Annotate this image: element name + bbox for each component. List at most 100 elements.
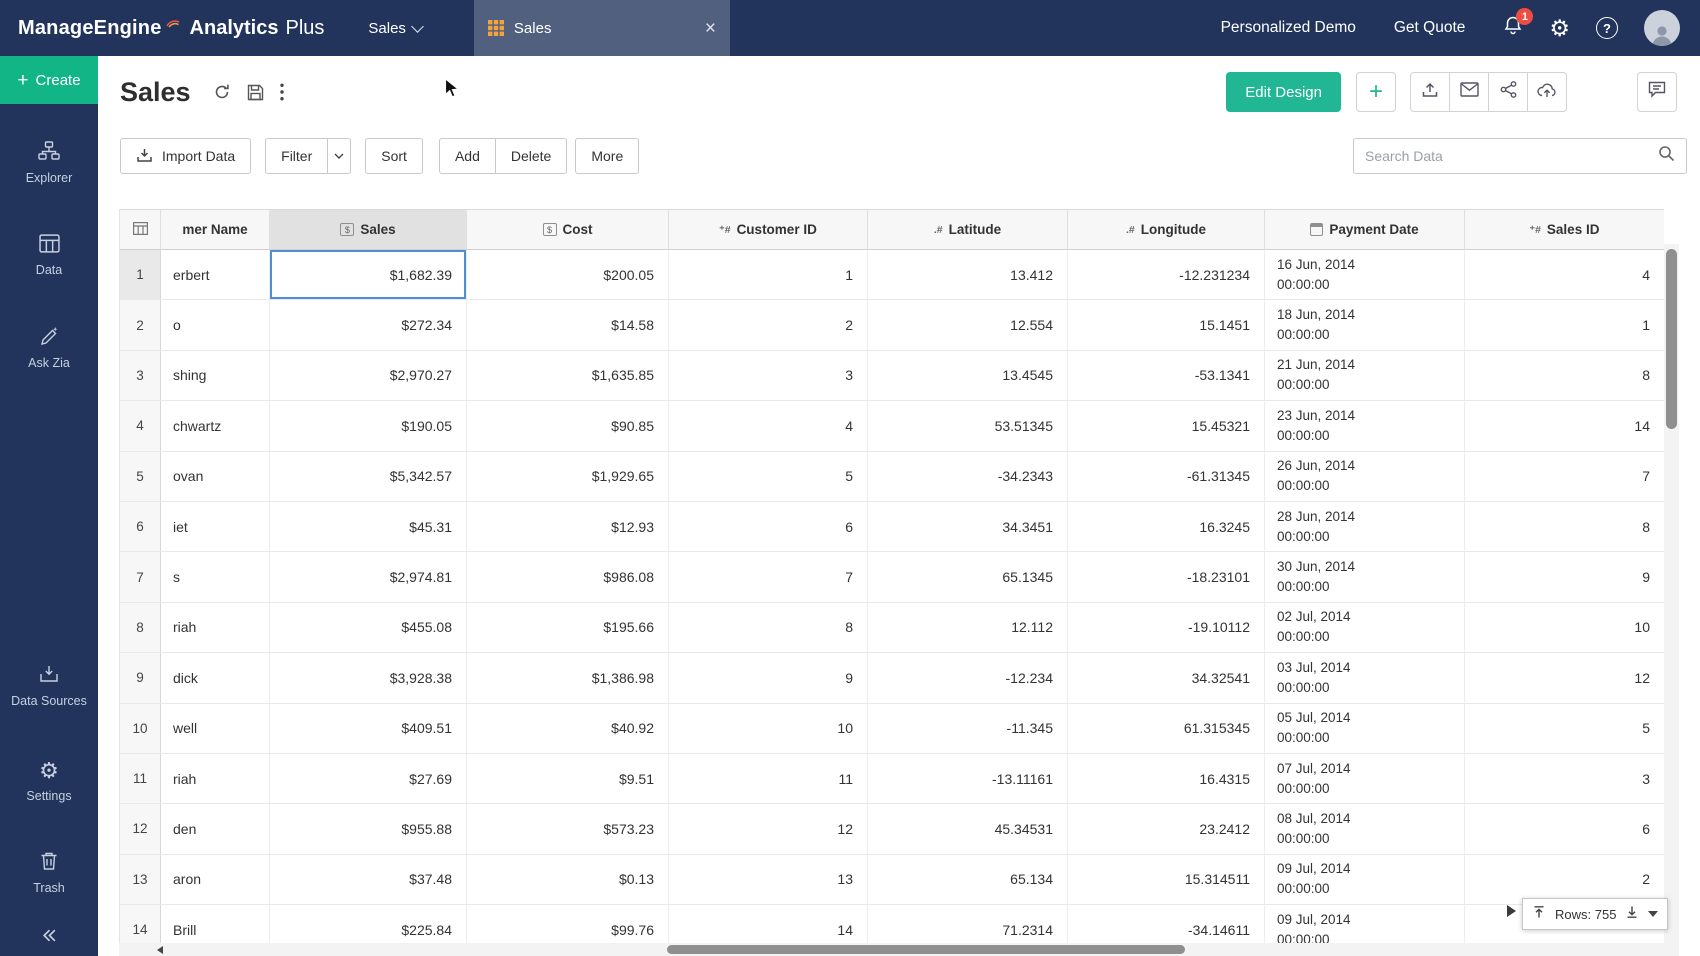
cell-payment_date[interactable]: 30 Jun, 201400:00:00 — [1265, 552, 1465, 601]
cell-longitude[interactable]: -53.1341 — [1068, 351, 1265, 400]
cell-name[interactable]: shing — [161, 351, 270, 400]
cell-name[interactable]: s — [161, 552, 270, 601]
cell-longitude[interactable]: -19.10112 — [1068, 603, 1265, 652]
column-header-longitude[interactable]: Longitude — [1068, 209, 1265, 250]
cell-customer_id[interactable]: 9 — [669, 653, 868, 702]
cell-payment_date[interactable]: 02 Jul, 201400:00:00 — [1265, 603, 1465, 652]
cell-longitude[interactable]: 61.315345 — [1068, 704, 1265, 753]
row-number[interactable]: 10 — [120, 704, 161, 753]
cell-name[interactable]: riah — [161, 754, 270, 803]
share-button[interactable] — [1488, 72, 1528, 112]
scroll-left-icon[interactable] — [157, 946, 163, 954]
cell-sales_id[interactable]: 3 — [1465, 754, 1664, 803]
cell-sales_id[interactable]: 8 — [1465, 502, 1664, 551]
avatar[interactable] — [1644, 10, 1680, 46]
cell-name[interactable]: iet — [161, 502, 270, 551]
cell-longitude[interactable]: 15.1451 — [1068, 300, 1265, 349]
column-header-sales[interactable]: Sales — [270, 209, 467, 250]
row-number[interactable]: 1 — [120, 250, 161, 299]
cell-name[interactable]: chwartz — [161, 401, 270, 450]
save-button[interactable] — [247, 84, 264, 101]
row-number[interactable]: 14 — [120, 905, 161, 943]
cell-sales[interactable]: $3,928.38 — [270, 653, 467, 702]
cell-cost[interactable]: $573.23 — [467, 804, 669, 853]
scroll-to-bottom-icon[interactable] — [1625, 905, 1639, 924]
cell-payment_date[interactable]: 09 Jul, 201400:00:00 — [1265, 855, 1465, 904]
column-header-customer_id[interactable]: Customer ID — [669, 209, 868, 250]
column-header-sales_id[interactable]: Sales ID — [1465, 209, 1664, 250]
cell-sales[interactable]: $1,682.39 — [270, 250, 467, 299]
cell-payment_date[interactable]: 28 Jun, 201400:00:00 — [1265, 502, 1465, 551]
cell-sales[interactable]: $190.05 — [270, 401, 467, 450]
filter-button[interactable]: Filter — [265, 138, 328, 174]
cell-latitude[interactable]: -34.2343 — [868, 452, 1068, 501]
cell-latitude[interactable]: -11.345 — [868, 704, 1068, 753]
row-number[interactable]: 12 — [120, 804, 161, 853]
vertical-scrollbar-thumb[interactable] — [1666, 249, 1677, 429]
cell-name[interactable]: dick — [161, 653, 270, 702]
comments-button[interactable] — [1637, 72, 1677, 112]
sidebar-item-ask-zia[interactable]: Ask Zia — [0, 326, 98, 371]
cell-cost[interactable]: $1,386.98 — [467, 653, 669, 702]
cell-latitude[interactable]: 34.3451 — [868, 502, 1068, 551]
cell-latitude[interactable]: 13.412 — [868, 250, 1068, 299]
refresh-button[interactable] — [213, 83, 231, 101]
cell-cost[interactable]: $99.76 — [467, 905, 669, 943]
cell-cost[interactable]: $1,929.65 — [467, 452, 669, 501]
cell-payment_date[interactable]: 21 Jun, 201400:00:00 — [1265, 351, 1465, 400]
email-button[interactable] — [1449, 72, 1489, 112]
kebab-menu-icon[interactable] — [280, 83, 284, 101]
personalized-demo-link[interactable]: Personalized Demo — [1221, 19, 1356, 37]
cell-customer_id[interactable]: 5 — [669, 452, 868, 501]
gear-icon[interactable]: ⚙ — [1549, 17, 1570, 40]
cell-name[interactable]: erbert — [161, 250, 270, 299]
cell-sales_id[interactable]: 4 — [1465, 250, 1664, 299]
cell-cost[interactable]: $0.13 — [467, 855, 669, 904]
export-button[interactable] — [1410, 72, 1450, 112]
cell-sales[interactable]: $455.08 — [270, 603, 467, 652]
workspace-switcher[interactable]: Sales — [368, 20, 422, 37]
scroll-to-top-icon[interactable] — [1532, 905, 1546, 924]
horizontal-scrollbar-thumb[interactable] — [667, 945, 1185, 954]
cell-sales_id[interactable]: 7 — [1465, 452, 1664, 501]
add-view-button[interactable]: + — [1356, 72, 1396, 112]
cell-name[interactable]: ovan — [161, 452, 270, 501]
edit-design-button[interactable]: Edit Design — [1226, 72, 1341, 112]
row-number[interactable]: 4 — [120, 401, 161, 450]
cell-payment_date[interactable]: 26 Jun, 201400:00:00 — [1265, 452, 1465, 501]
cell-customer_id[interactable]: 14 — [669, 905, 868, 943]
cell-cost[interactable]: $14.58 — [467, 300, 669, 349]
delete-button[interactable]: Delete — [495, 138, 567, 174]
cell-payment_date[interactable]: 03 Jul, 201400:00:00 — [1265, 653, 1465, 702]
row-number[interactable]: 5 — [120, 452, 161, 501]
cell-latitude[interactable]: 45.34531 — [868, 804, 1068, 853]
cell-payment_date[interactable]: 16 Jun, 201400:00:00 — [1265, 250, 1465, 299]
column-header-name[interactable]: mer Name — [161, 209, 270, 250]
cell-sales_id[interactable]: 14 — [1465, 401, 1664, 450]
notifications-button[interactable]: 1 — [1503, 15, 1523, 41]
rows-dropdown-icon[interactable] — [1648, 911, 1658, 917]
cell-customer_id[interactable]: 1 — [669, 250, 868, 299]
cell-name[interactable]: well — [161, 704, 270, 753]
cell-customer_id[interactable]: 3 — [669, 351, 868, 400]
cell-longitude[interactable]: 15.314511 — [1068, 855, 1265, 904]
cell-customer_id[interactable]: 2 — [669, 300, 868, 349]
cell-payment_date[interactable]: 07 Jul, 201400:00:00 — [1265, 754, 1465, 803]
cell-longitude[interactable]: -18.23101 — [1068, 552, 1265, 601]
cell-payment_date[interactable]: 09 Jul, 201400:00:00 — [1265, 905, 1465, 943]
cell-customer_id[interactable]: 4 — [669, 401, 868, 450]
rows-widget-handle-icon[interactable] — [1507, 905, 1516, 917]
row-number[interactable]: 2 — [120, 300, 161, 349]
cell-latitude[interactable]: 65.1345 — [868, 552, 1068, 601]
column-header-cost[interactable]: Cost — [467, 209, 669, 250]
cell-name[interactable]: aron — [161, 855, 270, 904]
cell-cost[interactable]: $9.51 — [467, 754, 669, 803]
cell-customer_id[interactable]: 6 — [669, 502, 868, 551]
cell-customer_id[interactable]: 7 — [669, 552, 868, 601]
cell-cost[interactable]: $90.85 — [467, 401, 669, 450]
cell-name[interactable]: riah — [161, 603, 270, 652]
more-button[interactable]: More — [575, 138, 639, 174]
cell-cost[interactable]: $12.93 — [467, 502, 669, 551]
sidebar-item-data[interactable]: Data — [0, 234, 98, 278]
cell-customer_id[interactable]: 12 — [669, 804, 868, 853]
